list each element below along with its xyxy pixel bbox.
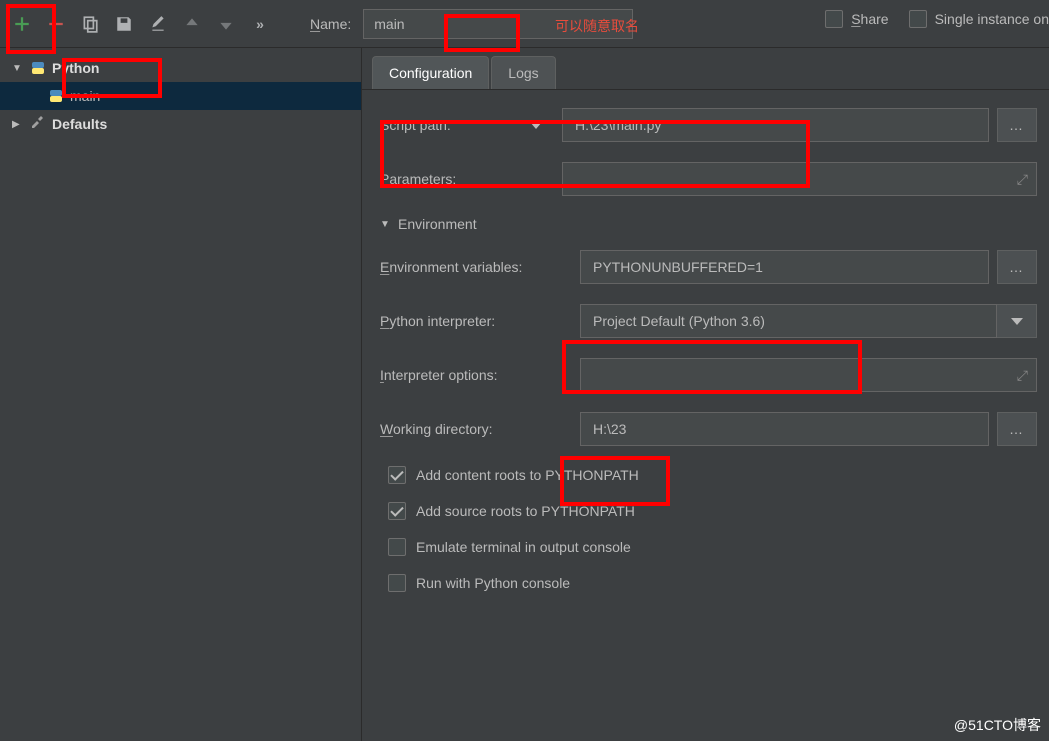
- row-interpreter-options: Interpreter options:Interpreter options:…: [380, 358, 1037, 392]
- collapse-icon: ▼: [380, 219, 392, 230]
- more-button[interactable]: »: [246, 10, 274, 38]
- working-dir-input[interactable]: [580, 412, 989, 446]
- working-dir-label: Working directory:Working directory:: [380, 421, 580, 437]
- main-area: ▼ Python main ▶ Defaults Configuration L…: [0, 48, 1049, 741]
- name-label: NName:ame:: [310, 16, 351, 32]
- collapse-icon: ▼: [12, 63, 24, 74]
- toolbar: » NName:ame: 可以随意取名 Share Share Single i…: [0, 0, 1049, 48]
- script-path-input[interactable]: [562, 108, 989, 142]
- wrench-icon: [30, 115, 46, 134]
- run-python-console-checkbox[interactable]: Run with Python console: [388, 574, 1037, 592]
- environment-section-header[interactable]: ▼ Environment: [380, 216, 1037, 232]
- row-parameters: Parameters:Parameters: ⤢: [380, 162, 1037, 196]
- row-interpreter: Python interpreter:Python interpreter: P…: [380, 304, 1037, 338]
- add-config-button[interactable]: [8, 10, 36, 38]
- edit-env-button[interactable]: …: [997, 250, 1037, 284]
- expand-icon[interactable]: ⤢: [1017, 367, 1028, 384]
- share-checkbox[interactable]: Share Share: [825, 10, 888, 28]
- tab-logs[interactable]: Logs: [491, 56, 555, 89]
- python-file-icon: [48, 88, 64, 104]
- tree-label: Python: [52, 60, 99, 76]
- row-script-path: Script path: …: [380, 108, 1037, 142]
- environment-label: Environment: [398, 216, 477, 232]
- save-config-button[interactable]: [110, 10, 138, 38]
- tree-node-main[interactable]: main: [0, 82, 361, 110]
- env-vars-input[interactable]: [580, 250, 989, 284]
- script-path-label: Script path:: [380, 117, 451, 133]
- tree-label: main: [70, 88, 100, 104]
- row-working-dir: Working directory:Working directory: …: [380, 412, 1037, 446]
- checkbox-icon: [388, 538, 406, 556]
- browse-script-button[interactable]: …: [997, 108, 1037, 142]
- checkbox-label: Emulate terminal in output console: [416, 539, 631, 555]
- checkbox-icon: [388, 502, 406, 520]
- parameters-input[interactable]: ⤢: [562, 162, 1037, 196]
- config-panel: Configuration Logs Script path: … Parame…: [362, 48, 1049, 741]
- env-vars-label: Environment variables:Environment variab…: [380, 259, 580, 275]
- move-down-button[interactable]: [212, 10, 240, 38]
- add-source-roots-checkbox[interactable]: Add source roots to PYTHONPATH: [388, 502, 1037, 520]
- checkbox-label: Run with Python console: [416, 575, 570, 591]
- chevron-down-icon: [530, 122, 542, 129]
- browse-working-dir-button[interactable]: …: [997, 412, 1037, 446]
- interpreter-select[interactable]: Project Default (Python 3.6): [580, 304, 997, 338]
- checkbox-icon: [388, 574, 406, 592]
- remove-config-button[interactable]: [42, 10, 70, 38]
- tree-label: Defaults: [52, 116, 107, 132]
- tab-configuration[interactable]: Configuration: [372, 56, 489, 89]
- watermark: @51CTO博客: [954, 715, 1041, 735]
- checkbox-icon: [825, 10, 843, 28]
- add-content-roots-checkbox[interactable]: Add content roots to PYTHONPATH: [388, 466, 1037, 484]
- interpreter-options-label: Interpreter options:Interpreter options:: [380, 367, 580, 383]
- copy-config-button[interactable]: [76, 10, 104, 38]
- top-right-options: Share Share Single instance on: [825, 10, 1049, 28]
- edit-defaults-button[interactable]: [144, 10, 172, 38]
- checkbox-label: Add source roots to PYTHONPATH: [416, 503, 635, 519]
- interpreter-options-input[interactable]: ⤢: [580, 358, 1037, 392]
- expand-icon[interactable]: ⤢: [1017, 171, 1028, 188]
- row-env-vars: Environment variables:Environment variab…: [380, 250, 1037, 284]
- move-up-button[interactable]: [178, 10, 206, 38]
- interpreter-dropdown-button[interactable]: [997, 304, 1037, 338]
- expand-icon: ▶: [12, 119, 24, 130]
- checkbox-label: Add content roots to PYTHONPATH: [416, 467, 639, 483]
- configuration-form: Script path: … Parameters:Parameters: ⤢ …: [362, 90, 1049, 622]
- single-instance-checkbox[interactable]: Single instance on: [909, 10, 1049, 28]
- tree-node-python[interactable]: ▼ Python: [0, 54, 361, 82]
- tabs: Configuration Logs: [362, 48, 1049, 90]
- chevron-down-icon: [1011, 318, 1023, 325]
- emulate-terminal-checkbox[interactable]: Emulate terminal in output console: [388, 538, 1037, 556]
- config-tree: ▼ Python main ▶ Defaults: [0, 48, 362, 741]
- checkbox-icon: [388, 466, 406, 484]
- parameters-label: Parameters:Parameters:: [380, 171, 562, 187]
- rename-hint-annotation: 可以随意取名: [555, 16, 639, 36]
- python-icon: [30, 60, 46, 76]
- checkbox-icon: [909, 10, 927, 28]
- interpreter-label: Python interpreter:Python interpreter:: [380, 313, 580, 329]
- script-path-dropdown[interactable]: Script path:: [380, 117, 562, 133]
- tree-node-defaults[interactable]: ▶ Defaults: [0, 110, 361, 138]
